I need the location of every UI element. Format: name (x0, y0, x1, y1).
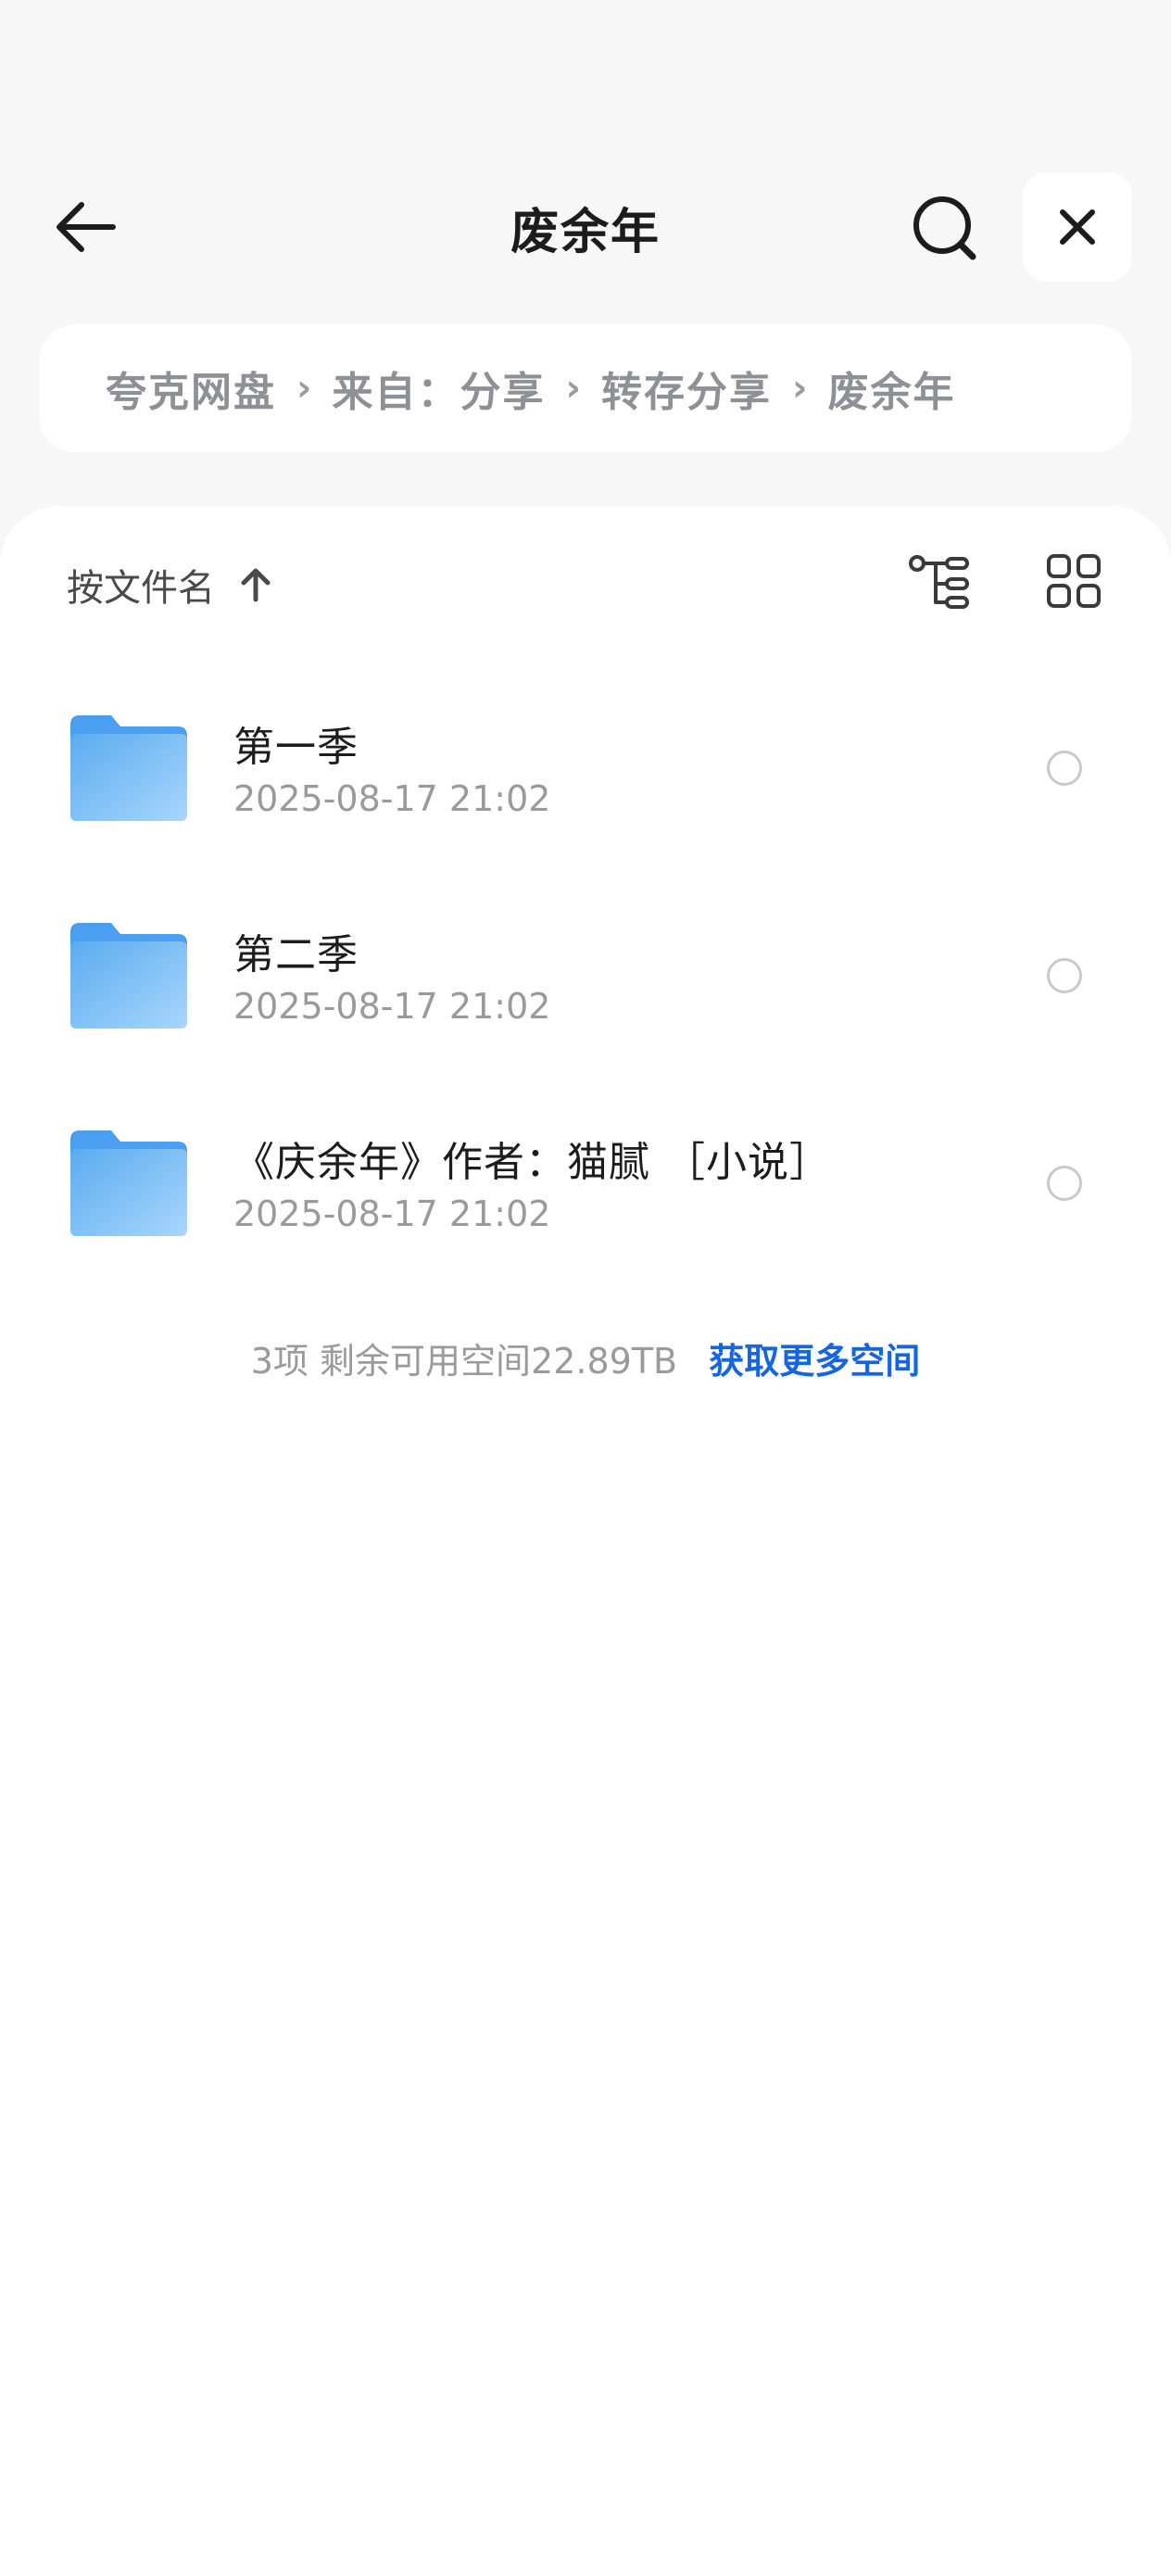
grid-view-button[interactable] (1045, 552, 1102, 610)
breadcrumb-separator: › (791, 367, 808, 410)
sort-button[interactable]: 按文件名 (67, 558, 272, 612)
breadcrumb-separator: › (296, 367, 312, 410)
file-date: 2025-08-17 21:02 (233, 778, 551, 819)
breadcrumb-item-root[interactable]: 夸克网盘 (106, 359, 276, 418)
list-item[interactable]: 第二季 2025-08-17 21:02 (0, 873, 1171, 1080)
get-more-space-link[interactable]: 获取更多空间 (709, 1341, 920, 1382)
file-name: 第二季 (233, 931, 359, 979)
breadcrumb-item-current[interactable]: 废余年 (827, 359, 955, 418)
select-radio[interactable] (1047, 751, 1082, 786)
select-radio[interactable] (1047, 1166, 1082, 1201)
tree-view-icon (909, 555, 969, 609)
search-icon (913, 196, 976, 260)
file-name: 《庆余年》作者：猫腻 ［小说］ (233, 1139, 831, 1186)
breadcrumb-item-share-source[interactable]: 来自：分享 (332, 359, 545, 418)
top-bar: 废余年 (0, 0, 1171, 315)
breadcrumb: 夸克网盘 › 来自：分享 › 转存分享 › 废余年 (39, 324, 1132, 452)
breadcrumb-item-saved-shares[interactable]: 转存分享 (601, 359, 772, 418)
folder-icon (70, 923, 187, 1029)
search-button[interactable] (908, 190, 982, 264)
file-name: 第一季 (233, 724, 359, 771)
folder-icon (70, 715, 187, 821)
grid-view-icon (1047, 554, 1101, 608)
file-date: 2025-08-17 21:02 (233, 986, 551, 1027)
select-radio[interactable] (1047, 958, 1082, 993)
close-button[interactable] (1023, 172, 1132, 282)
arrow-up-icon (241, 568, 271, 602)
list-item[interactable]: 《庆余年》作者：猫腻 ［小说］ 2025-08-17 21:02 (0, 1080, 1171, 1288)
tree-view-button[interactable] (908, 554, 976, 613)
breadcrumb-separator: › (565, 367, 581, 410)
sort-label: 按文件名 (67, 567, 215, 610)
file-list-panel: 按文件名 第一季 2025-08-17 21:02 第二季 2025-08-17… (0, 506, 1171, 2576)
folder-icon (70, 1130, 187, 1236)
page-title: 废余年 (510, 205, 661, 260)
storage-info: 3项 剩余可用空间22.89TB (250, 1341, 678, 1382)
file-date: 2025-08-17 21:02 (233, 1193, 551, 1234)
storage-footer: 3项 剩余可用空间22.89TB 获取更多空间 (0, 1332, 1171, 1383)
list-item[interactable]: 第一季 2025-08-17 21:02 (0, 665, 1171, 873)
close-icon (1060, 209, 1095, 245)
